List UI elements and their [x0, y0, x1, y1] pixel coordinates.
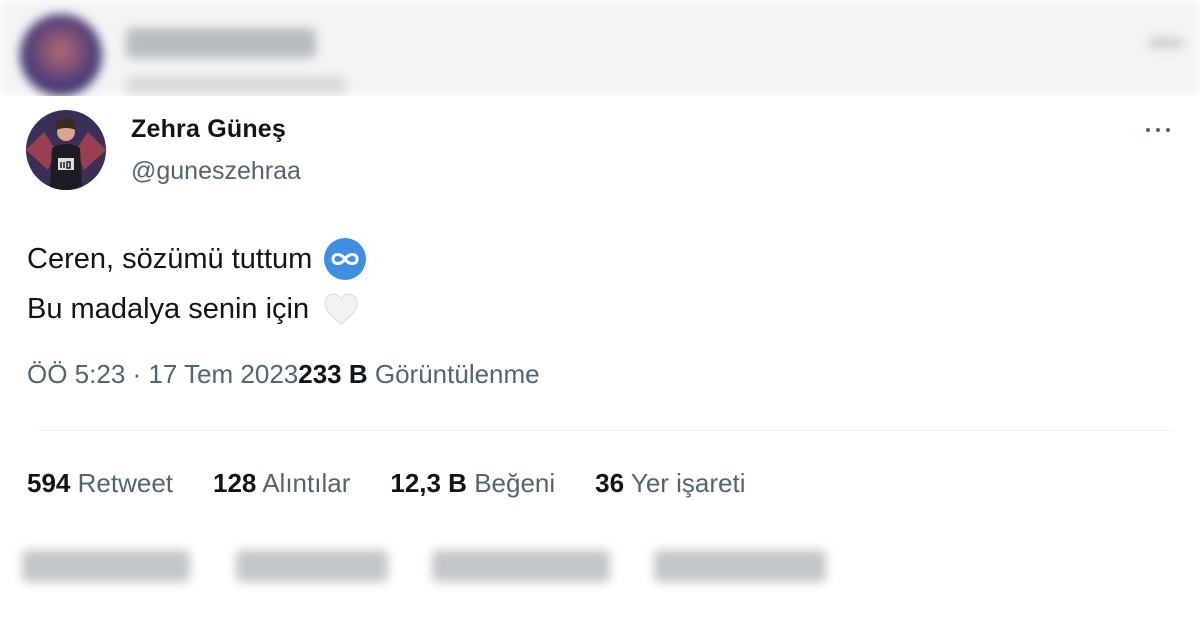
blurred-stat: [22, 550, 190, 582]
likes-stat[interactable]: 12,3 B Beğeni: [390, 468, 555, 499]
tweet-timestamp[interactable]: ÖÖ 5:23 · 17 Tem 2023: [27, 359, 298, 389]
retweet-stat[interactable]: 594 Retweet: [27, 468, 173, 499]
views-label: Görüntülenme: [374, 359, 540, 389]
infinity-emoji-icon: [324, 238, 367, 280]
blurred-avatar: [20, 14, 102, 96]
likes-count: 12,3 B: [390, 468, 467, 498]
tweet-stats: 594 Retweet 128 Alıntılar 12,3 B Beğeni …: [27, 468, 786, 499]
quotes-count: 128: [213, 468, 257, 498]
avatar[interactable]: [26, 110, 106, 190]
white-heart-emoji-icon: [321, 289, 361, 329]
tweet-text: Ceren, sözümü tuttum Bu madalya senin iç…: [27, 234, 367, 334]
retweet-label: Retweet: [77, 468, 174, 498]
avatar-image: [26, 110, 106, 190]
tweet-text-line-2: Bu madalya senin için: [27, 293, 310, 325]
bookmarks-stat[interactable]: 36 Yer işareti: [595, 468, 745, 499]
user-handle[interactable]: @guneszehraa: [131, 157, 301, 186]
more-icon[interactable]: [1136, 116, 1180, 144]
blurred-stat: [236, 550, 388, 582]
blurred-handle: [126, 76, 346, 94]
blurred-stat: [654, 550, 826, 582]
quotes-stat[interactable]: 128 Alıntılar: [213, 468, 350, 499]
blurred-previous-tweet-header: [0, 0, 1200, 96]
quotes-label: Alıntılar: [262, 468, 351, 498]
tweet-text-line-1: Ceren, sözümü tuttum: [27, 243, 313, 275]
blurred-stat: [432, 550, 610, 582]
tweet-card: Zehra Güneş @guneszehraa Ceren, sözümü t…: [0, 96, 1200, 536]
blurred-more-icon: [1148, 38, 1184, 48]
likes-label: Beğeni: [474, 468, 556, 498]
display-name[interactable]: Zehra Güneş: [131, 115, 286, 144]
blurred-stats-row: [0, 536, 1200, 628]
bookmarks-label: Yer işareti: [630, 468, 746, 498]
divider: [38, 430, 1174, 431]
views-count: 233 B: [298, 359, 368, 389]
blurred-display-name: [126, 28, 316, 58]
tweet-meta: ÖÖ 5:23 · 17 Tem 2023233 B Görüntülenme: [27, 359, 540, 390]
bookmarks-count: 36: [595, 468, 625, 498]
retweet-count: 594: [27, 468, 71, 498]
